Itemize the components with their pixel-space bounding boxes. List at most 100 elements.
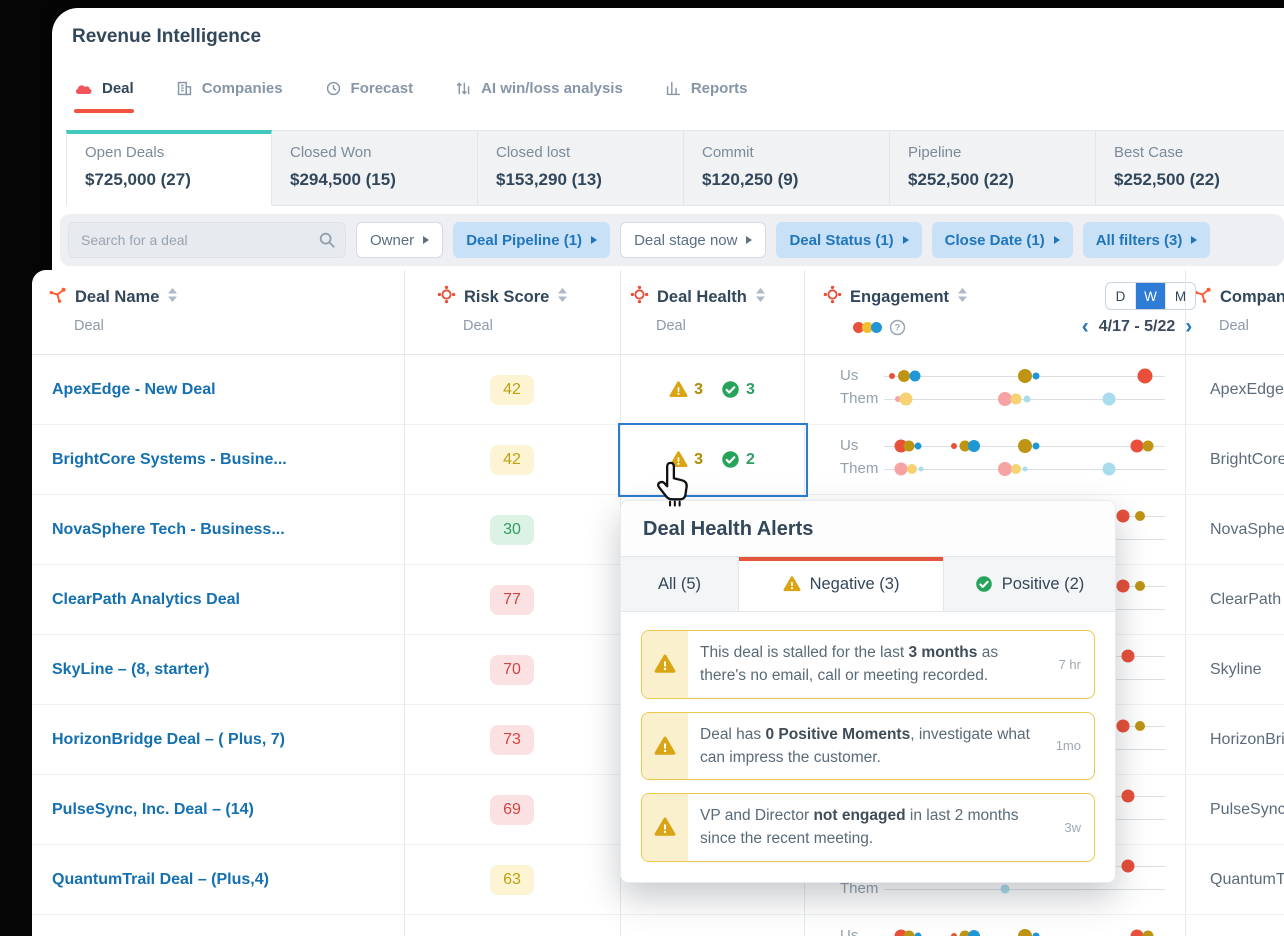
tab-ai-win-loss-analysis[interactable]: AI win/loss analysis xyxy=(455,80,623,113)
popup-tab-positive-2[interactable]: Positive (2) xyxy=(944,557,1115,611)
alert-item[interactable]: Deal has 0 Positive Moments, investigate… xyxy=(641,711,1095,780)
summary-card-closed-lost[interactable]: Closed lost $153,290 (13) xyxy=(478,130,684,206)
popup-tab-all-5[interactable]: All (5) xyxy=(621,557,739,611)
engagement-dot[interactable] xyxy=(1116,579,1130,593)
column-header-deal-name[interactable]: Deal Name Deal xyxy=(48,285,178,334)
granularity-w[interactable]: W xyxy=(1135,283,1165,309)
engagement-dot[interactable] xyxy=(1017,929,1032,936)
sort-icon[interactable] xyxy=(755,287,766,303)
engagement-dot[interactable] xyxy=(907,464,918,474)
prev-period-chevron[interactable]: ‹ xyxy=(1082,316,1089,337)
engagement-dot[interactable] xyxy=(1142,440,1154,452)
deal-health-cell[interactable] xyxy=(620,915,804,936)
column-header-risk-score[interactable]: Risk Score Deal xyxy=(437,285,568,334)
engagement-dot[interactable] xyxy=(903,440,915,452)
summary-card-closed-won[interactable]: Closed Won $294,500 (15) xyxy=(272,130,478,206)
engagement-dot[interactable] xyxy=(1010,393,1022,405)
column-header-engagement[interactable]: Engagement ? xyxy=(823,285,968,336)
engagement-dot[interactable] xyxy=(899,392,913,406)
filter-all-filters-3[interactable]: All filters (3) xyxy=(1082,222,1211,258)
engagement-dot[interactable] xyxy=(1102,392,1116,406)
engagement-dot[interactable] xyxy=(1121,649,1135,663)
engagement-dot[interactable] xyxy=(903,930,915,936)
engagement-dot[interactable] xyxy=(967,930,980,936)
help-icon[interactable]: ? xyxy=(889,319,906,336)
sort-icon[interactable] xyxy=(755,287,766,308)
engagement-dot[interactable] xyxy=(889,373,896,379)
filter-owner[interactable]: Owner xyxy=(356,222,444,258)
alert-warning-strip xyxy=(642,794,688,861)
engagement-dot[interactable] xyxy=(1116,509,1130,523)
deal-name-link[interactable]: BrightCore Systems - Busine... xyxy=(52,425,287,494)
tab-deal[interactable]: Deal xyxy=(74,80,134,113)
engagement-dot[interactable] xyxy=(918,466,924,472)
search-input[interactable] xyxy=(68,222,346,258)
engagement-dot[interactable] xyxy=(1017,369,1032,383)
summary-card-commit[interactable]: Commit $120,250 (9) xyxy=(684,130,890,206)
engagement-dot[interactable] xyxy=(914,932,922,936)
filter-deal-stage-now[interactable]: Deal stage now xyxy=(620,222,767,258)
engagement-dot[interactable] xyxy=(1121,859,1135,873)
deal-name-link[interactable]: ClearPath Analytics Deal xyxy=(52,565,240,634)
engagement-dot[interactable] xyxy=(1023,395,1031,403)
granularity-m[interactable]: M xyxy=(1165,283,1195,309)
alert-item[interactable]: VP and Director not engaged in last 2 mo… xyxy=(641,793,1095,862)
engagement-dot[interactable] xyxy=(1142,930,1154,936)
next-period-chevron[interactable]: › xyxy=(1185,316,1192,337)
score-icon xyxy=(823,285,842,304)
engagement-dot[interactable] xyxy=(1011,464,1022,474)
engagement-dot[interactable] xyxy=(997,462,1012,476)
sort-icon[interactable] xyxy=(557,287,568,303)
sort-icon[interactable] xyxy=(167,287,178,303)
engagement-dot[interactable] xyxy=(1134,581,1145,591)
engagement-dot[interactable] xyxy=(914,442,922,450)
engagement-dot[interactable] xyxy=(1134,511,1145,521)
deal-name-link[interactable]: SkyLine – (8, starter) xyxy=(52,635,209,704)
engagement-dot[interactable] xyxy=(894,462,908,476)
column-header-deal-health[interactable]: Deal Health Deal xyxy=(630,285,766,334)
engagement-dot[interactable] xyxy=(1022,466,1027,472)
summary-card-open-deals[interactable]: Open Deals $725,000 (27) xyxy=(66,130,272,206)
sort-icon[interactable] xyxy=(167,287,178,308)
tab-reports[interactable]: Reports xyxy=(665,80,748,113)
sort-icon[interactable] xyxy=(957,287,968,303)
filter-deal-pipeline-1[interactable]: Deal Pipeline (1) xyxy=(453,222,611,258)
engagement-dot[interactable] xyxy=(1032,932,1040,936)
engagement-dot[interactable] xyxy=(1116,719,1130,733)
deal-health-cell[interactable]: 33 xyxy=(620,355,804,424)
engagement-dot[interactable] xyxy=(1032,372,1040,380)
engagement-dot[interactable] xyxy=(897,370,910,382)
deal-name-link[interactable]: QuantumTrail Deal – (Plus,4) xyxy=(52,845,269,914)
deal-health-cell[interactable]: 32 xyxy=(620,425,804,494)
engagement-dot[interactable] xyxy=(1032,442,1040,450)
sort-icon[interactable] xyxy=(957,287,968,308)
engagement-dot[interactable] xyxy=(1017,439,1032,453)
engagement-dot[interactable] xyxy=(1134,721,1145,731)
tab-forecast[interactable]: Forecast xyxy=(325,80,413,113)
deal-name-link[interactable]: NovaSphere Tech - Business... xyxy=(52,495,285,564)
engagement-dot[interactable] xyxy=(909,370,921,382)
engagement-dot[interactable] xyxy=(967,440,980,452)
alert-item[interactable]: This deal is stalled for the last 3 mont… xyxy=(641,630,1095,699)
filter-deal-status-1[interactable]: Deal Status (1) xyxy=(776,222,922,258)
popup-title: Deal Health Alerts xyxy=(621,501,1115,557)
column-title: Company xyxy=(1220,287,1284,306)
engagement-dot[interactable] xyxy=(951,443,958,449)
engagement-dot[interactable] xyxy=(1102,462,1116,476)
granularity-d[interactable]: D xyxy=(1106,283,1135,309)
engagement-dot[interactable] xyxy=(1137,368,1153,384)
engagement-dot[interactable] xyxy=(1121,789,1135,803)
summary-card-best-case[interactable]: Best Case $252,500 (22) xyxy=(1096,130,1284,206)
filter-close-date-1[interactable]: Close Date (1) xyxy=(931,222,1073,258)
sort-icon[interactable] xyxy=(557,287,568,308)
deal-name-link[interactable]: HorizonBridge Deal – ( Plus, 7) xyxy=(52,705,285,774)
tab-companies[interactable]: Companies xyxy=(176,80,283,113)
deal-name-link[interactable]: PulseSync, Inc. Deal – (14) xyxy=(52,775,254,844)
popup-tab-negative-3[interactable]: Negative (3) xyxy=(739,557,944,611)
deal-name-link[interactable]: ApexEdge - New Deal xyxy=(52,355,216,424)
engagement-dot[interactable] xyxy=(1130,929,1144,936)
summary-card-pipeline[interactable]: Pipeline $252,500 (22) xyxy=(890,130,1096,206)
engagement-dot[interactable] xyxy=(1130,439,1144,453)
engagement-dot[interactable] xyxy=(1000,884,1010,894)
engagement-timeline xyxy=(884,439,1165,453)
